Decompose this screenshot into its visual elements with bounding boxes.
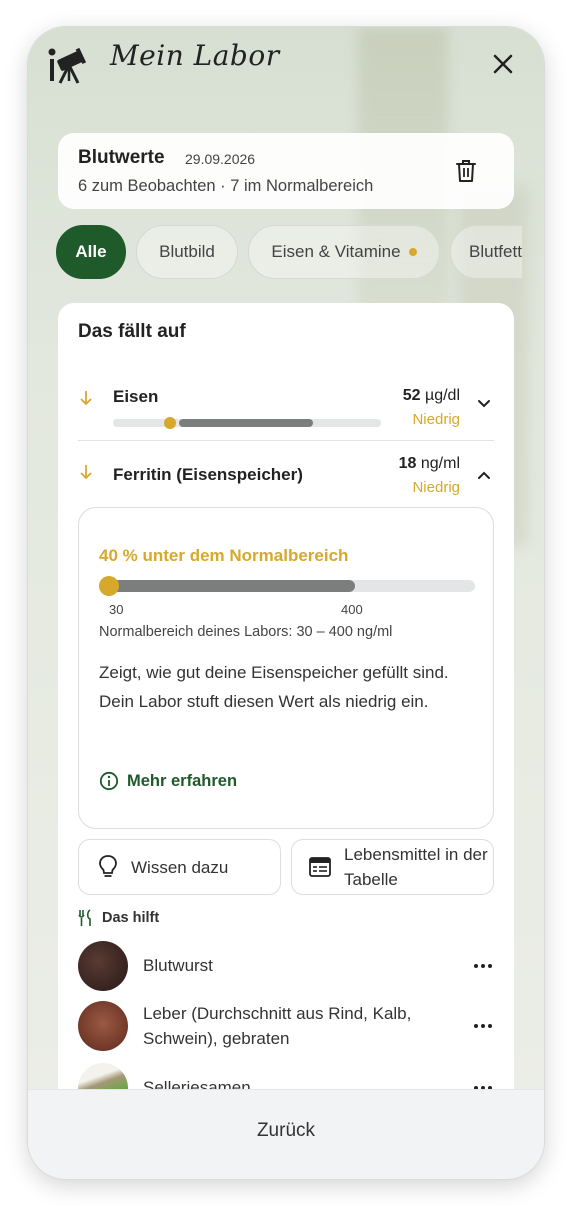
range-bar — [99, 576, 475, 596]
learn-more-link[interactable]: Mehr erfahren — [99, 770, 237, 792]
more-options-icon[interactable] — [472, 1015, 494, 1037]
highlights-card: Das fällt auf Eisen 52 µg/dl Niedrig Fer… — [58, 303, 514, 1133]
result-detail-panel: 40 % unter dem Normalbereich 30 400 Norm… — [78, 507, 494, 829]
app-title: Mein Labor — [110, 39, 280, 72]
result-unit: µg/dl — [424, 387, 460, 404]
result-value-group: 18 ng/ml — [399, 455, 460, 473]
chevron-down-icon — [474, 393, 494, 413]
new-indicator-dot — [408, 248, 417, 256]
value-marker — [99, 576, 119, 596]
value-marker — [164, 417, 176, 429]
knowledge-label: Wissen dazu — [131, 857, 229, 877]
filter-chips: Alle Blutbild Eisen & Vitamine Blutfett — [56, 225, 522, 281]
chip-label: Blutbild — [159, 242, 215, 261]
result-status: Niedrig — [412, 411, 460, 428]
back-button[interactable]: Zurück — [28, 1120, 544, 1142]
close-icon — [493, 54, 513, 74]
result-value-group: 52 µg/dl — [403, 387, 460, 405]
chip-label: Eisen & Vitamine — [271, 242, 401, 261]
helps-title: Das hilft — [102, 910, 160, 926]
result-unit: ng/ml — [420, 455, 460, 472]
helps-header: Das hilft — [78, 909, 159, 927]
cutlery-icon — [78, 909, 91, 926]
divider — [78, 440, 494, 441]
food-item[interactable]: Blutwurst — [78, 941, 494, 993]
result-row-ferritin[interactable]: Ferritin (Eisenspeicher) 18 ng/ml Niedri… — [78, 455, 494, 501]
info-icon — [99, 771, 119, 791]
chip-blutfett[interactable]: Blutfett — [450, 225, 522, 279]
app-screen: Mein Labor Blutwerte 29.09.2026 6 zum Be… — [28, 27, 544, 1179]
result-name: Ferritin (Eisenspeicher) — [113, 465, 303, 484]
deviation-headline: 40 % unter dem Normalbereich — [99, 546, 349, 565]
chip-label: Alle — [75, 242, 107, 261]
result-row-eisen[interactable]: Eisen 52 µg/dl Niedrig — [78, 387, 494, 433]
normal-range — [111, 580, 355, 592]
food-name: Blutwurst — [143, 956, 213, 975]
chip-label: Blutfett — [469, 242, 522, 261]
result-name: Eisen — [113, 387, 159, 406]
result-description: Zeigt, wie gut deine Eisenspeicher gefül… — [99, 663, 449, 711]
result-value: 18 — [398, 455, 417, 472]
summary-subtitle: 6 zum Beobachten · 7 im Normalbereich — [78, 177, 374, 195]
delete-button[interactable] — [452, 157, 480, 185]
more-options-icon[interactable] — [472, 955, 494, 977]
app-header: Mein Labor — [28, 27, 544, 107]
chip-alle[interactable]: Alle — [56, 225, 126, 279]
chevron-up-icon — [474, 465, 494, 485]
chip-eisen-vitamine[interactable]: Eisen & Vitamine — [248, 225, 440, 279]
range-note: Normalbereich deines Labors: 30 – 400 ng… — [99, 624, 393, 640]
summary-title: Blutwerte — [78, 147, 165, 168]
arrow-down-icon — [78, 463, 94, 486]
food-name: Leber (Durchschnitt aus Rind, Kalb, Schw… — [143, 1004, 412, 1048]
close-button[interactable] — [486, 47, 520, 81]
summary-date: 29.09.2026 — [185, 151, 256, 167]
summary-card: Blutwerte 29.09.2026 6 zum Beobachten · … — [58, 133, 514, 209]
food-image — [78, 1001, 128, 1051]
learn-more-label: Mehr erfahren — [127, 771, 238, 790]
food-image — [78, 941, 128, 991]
food-item[interactable]: Leber (Durchschnitt aus Rind, Kalb, Schw… — [78, 1001, 494, 1053]
table-icon — [309, 857, 331, 877]
range-high-label: 400 — [341, 602, 363, 617]
result-value: 52 — [402, 387, 421, 404]
range-low-label: 30 — [109, 602, 124, 617]
range-bar — [113, 417, 381, 429]
food-table-button[interactable]: Lebensmittel in der Tabelle — [291, 839, 494, 895]
normal-range — [179, 419, 313, 427]
food-table-label: Lebensmittel in der Tabelle — [344, 845, 488, 889]
trash-icon — [456, 160, 476, 182]
telescope-icon — [46, 45, 87, 85]
knowledge-button[interactable]: Wissen dazu — [78, 839, 281, 895]
section-title: Das fällt auf — [78, 321, 186, 342]
arrow-down-icon — [78, 389, 94, 412]
result-status: Niedrig — [412, 479, 460, 496]
bottom-bar: Zurück — [28, 1089, 544, 1179]
lightbulb-icon — [99, 855, 117, 877]
chip-blutbild[interactable]: Blutbild — [136, 225, 238, 279]
